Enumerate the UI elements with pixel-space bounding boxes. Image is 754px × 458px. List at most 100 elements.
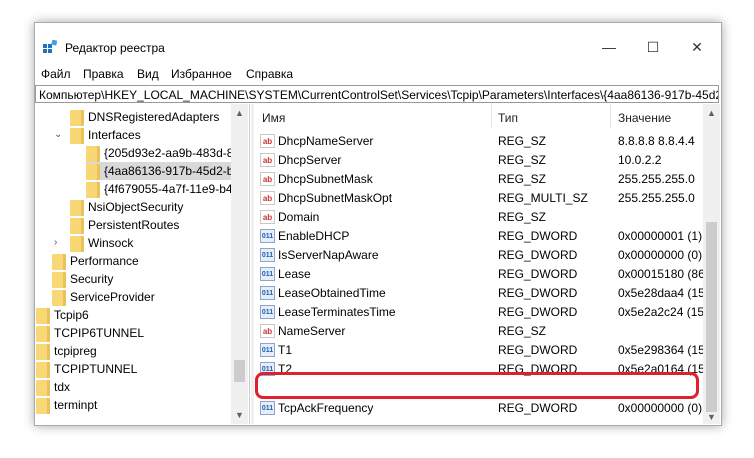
pane-splitter[interactable] xyxy=(251,104,254,424)
tree-item-label: {205d93e2-aa9b-483d-85 xyxy=(104,146,241,160)
table-row[interactable]: ab DhcpServer REG_SZ 10.0.2.2 xyxy=(255,151,703,170)
table-row[interactable]: ab NameServer REG_SZ xyxy=(255,322,703,341)
tree-item-label: terminpt xyxy=(54,398,98,412)
tree-item[interactable]: › Winsock xyxy=(54,234,134,252)
tree-item[interactable]: Tcpip6 xyxy=(36,306,89,324)
column-type[interactable]: Тип xyxy=(498,108,518,128)
menu-edit[interactable]: Правка xyxy=(83,67,124,81)
scroll-up-icon[interactable]: ▲ xyxy=(703,108,720,118)
menu-bar: Файл Правка Вид Избранное Справка xyxy=(35,67,721,85)
value-name: EnableDHCP xyxy=(278,229,350,243)
table-row[interactable]: 011 Lease REG_DWORD 0x00015180 (8640 xyxy=(255,265,718,284)
tree-item-label: Performance xyxy=(70,254,139,268)
value-type: REG_DWORD xyxy=(498,267,578,281)
table-row[interactable]: ab DhcpNameServer REG_SZ 8.8.8.8 8.8.4.4 xyxy=(255,132,703,151)
folder-icon xyxy=(86,181,100,198)
binary-value-icon: 011 xyxy=(260,229,275,243)
tree-scrollbar[interactable]: ▲ ▼ xyxy=(231,104,248,424)
value-name: Domain xyxy=(278,210,320,224)
scroll-thumb[interactable] xyxy=(234,360,245,382)
folder-icon xyxy=(70,109,84,126)
tree-item[interactable]: ⌄ Interfaces xyxy=(54,126,141,144)
tree-item-label: TCPIPTUNNEL xyxy=(54,362,138,376)
chevron-right-icon[interactable]: › xyxy=(54,234,57,252)
menu-view[interactable]: Вид xyxy=(137,67,159,81)
tree-item[interactable]: Security xyxy=(52,270,113,288)
scroll-up-icon[interactable]: ▲ xyxy=(231,108,248,118)
tree-item[interactable]: DNSRegisteredAdapters xyxy=(70,108,219,126)
tree-item-label: PersistentRoutes xyxy=(88,218,180,232)
table-row[interactable]: 011 LeaseTerminatesTime REG_DWORD 0x5e2a2c2… xyxy=(255,303,711,322)
table-row[interactable]: ab DhcpSubnetMask REG_SZ 255.255.255.0 xyxy=(255,170,703,189)
folder-icon xyxy=(70,217,84,234)
column-divider[interactable] xyxy=(610,104,611,128)
tree-item[interactable]: PersistentRoutes xyxy=(70,216,179,234)
tree-item[interactable]: tdx xyxy=(36,378,70,396)
table-row[interactable]: 011 IsServerNapAware REG_DWORD 0x00000000 (… xyxy=(255,246,703,265)
column-name[interactable]: Имя xyxy=(262,108,285,128)
scroll-thumb[interactable] xyxy=(706,222,717,412)
highlight-box xyxy=(255,372,699,399)
table-row[interactable]: ab DhcpSubnetMaskOpt REG_MULTI_SZ 255.255.2… xyxy=(255,189,703,208)
tree-item[interactable]: TCPIP6TUNNEL xyxy=(36,324,144,342)
folder-icon xyxy=(52,271,66,288)
folder-icon xyxy=(52,253,66,270)
value-value: 0x00000000 (0) xyxy=(618,248,703,262)
column-divider[interactable] xyxy=(491,104,492,128)
tree-item-label: Tcpip6 xyxy=(54,308,89,322)
tree-item[interactable]: terminpt xyxy=(36,396,97,414)
scroll-down-icon[interactable]: ▼ xyxy=(703,412,720,422)
tree-item-label: Winsock xyxy=(88,236,134,250)
value-type: REG_DWORD xyxy=(498,343,578,357)
minimize-button[interactable]: — xyxy=(587,33,631,61)
chevron-down-icon[interactable]: ⌄ xyxy=(54,126,62,144)
values-scrollbar[interactable]: ▲ ▼ xyxy=(703,104,720,424)
value-name: LeaseTerminatesTime xyxy=(278,305,396,319)
folder-icon xyxy=(70,199,84,216)
title-bar: Редактор реестра — ☐ ✕ xyxy=(35,23,721,71)
binary-value-icon: 011 xyxy=(260,286,275,300)
tree-item[interactable]: ServiceProvider xyxy=(52,288,155,306)
value-name: NameServer xyxy=(278,324,346,338)
column-value[interactable]: Значение xyxy=(618,108,671,128)
value-name: DhcpSubnetMaskOpt xyxy=(278,191,393,205)
value-value: 0x5e28daa4 (157 xyxy=(618,286,712,300)
maximize-button[interactable]: ☐ xyxy=(631,33,675,61)
table-row[interactable]: 011 T1 REG_DWORD 0x5e298364 (157 xyxy=(255,341,711,360)
table-row[interactable]: 011 EnableDHCP REG_DWORD 0x00000001 (1) xyxy=(255,227,703,246)
value-type: REG_MULTI_SZ xyxy=(498,191,588,205)
value-name: DhcpServer xyxy=(278,153,342,167)
tree-item[interactable]: tcpipreg xyxy=(36,342,97,360)
menu-favorites[interactable]: Избранное xyxy=(171,67,232,81)
folder-icon xyxy=(86,145,100,162)
value-name: T1 xyxy=(278,343,293,357)
address-bar[interactable]: Компьютер\HKEY_LOCAL_MACHINE\SYSTEM\Curr… xyxy=(35,85,719,103)
close-button[interactable]: ✕ xyxy=(675,33,719,61)
tree-item-label: TCPIP6TUNNEL xyxy=(54,326,145,340)
string-value-icon: ab xyxy=(260,153,275,167)
key-tree: DNSRegisteredAdapters ⌄ Interfaces {205d93e… xyxy=(35,104,250,424)
tree-item-label: DNSRegisteredAdapters xyxy=(88,110,220,124)
value-value: 10.0.2.2 xyxy=(618,153,662,167)
value-value: 8.8.8.8 8.8.4.4 xyxy=(618,134,695,148)
menu-file[interactable]: Файл xyxy=(41,67,71,81)
scroll-down-icon[interactable]: ▼ xyxy=(231,410,248,420)
value-value: 0x5e2a2c24 (157 xyxy=(618,305,711,319)
folder-icon xyxy=(86,163,100,180)
tree-item[interactable]: NsiObjectSecurity xyxy=(70,198,183,216)
tree-item[interactable]: Performance xyxy=(52,252,139,270)
tree-item[interactable]: TCPIPTUNNEL xyxy=(36,360,137,378)
tree-item[interactable]: {4aa86136-917b-45d2-be xyxy=(86,162,246,180)
tree-item[interactable]: {205d93e2-aa9b-483d-85 xyxy=(86,144,240,162)
tree-item[interactable]: {4f679055-4a7f-11e9-b46 xyxy=(86,180,239,198)
value-name: LeaseObtainedTime xyxy=(278,286,386,300)
value-name: DhcpNameServer xyxy=(278,134,374,148)
menu-help[interactable]: Справка xyxy=(246,67,293,81)
table-row[interactable]: ab Domain REG_SZ xyxy=(255,208,703,227)
folder-icon xyxy=(36,343,50,360)
tree-item-label: Interfaces xyxy=(88,128,141,142)
folder-icon xyxy=(52,289,66,306)
table-row[interactable]: 011 LeaseObtainedTime REG_DWORD 0x5e28daa4 … xyxy=(255,284,711,303)
value-name: IsServerNapAware xyxy=(278,248,379,262)
table-row[interactable]: 011 TcpAckFrequency REG_DWORD 0x00000000 (0… xyxy=(255,399,703,418)
